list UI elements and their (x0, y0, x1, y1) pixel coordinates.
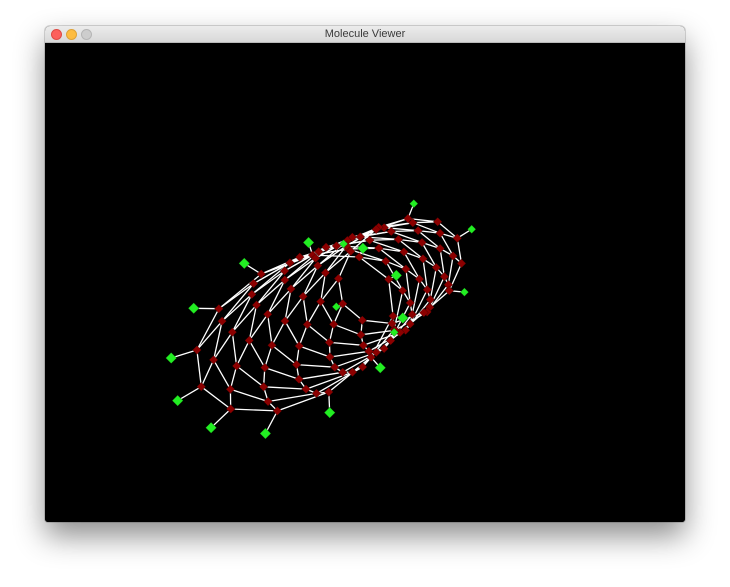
bond (267, 314, 273, 346)
carbon-atom (225, 384, 236, 395)
bond (271, 344, 297, 366)
bond (256, 279, 286, 306)
hydrogen-atom (409, 199, 419, 209)
bond (342, 303, 363, 321)
bond (329, 341, 364, 346)
bond (284, 320, 300, 347)
bond (221, 293, 253, 322)
hydrogen-atom (238, 257, 251, 270)
carbon-atom (301, 384, 311, 394)
bond (200, 359, 215, 387)
window-title: Molecule Viewer (324, 28, 406, 40)
hydrogen-atom (187, 302, 200, 315)
bond (411, 278, 421, 315)
bond (230, 408, 278, 412)
bond (236, 340, 250, 367)
bond (236, 365, 264, 388)
hydrogen-atom (259, 427, 272, 440)
carbon-atom (244, 335, 255, 346)
bond (324, 250, 352, 274)
carbon-atom (294, 341, 305, 351)
carbon-atom (208, 355, 219, 365)
molecule-viewport[interactable] (45, 43, 685, 522)
carbon-atom (405, 298, 416, 308)
bond (447, 255, 454, 285)
bond (196, 349, 202, 387)
bond (277, 391, 330, 412)
carbon-atom (435, 228, 445, 239)
carbon-atom (381, 256, 391, 267)
hydrogen-atom (171, 394, 184, 407)
bond (267, 279, 286, 315)
bond (231, 332, 238, 366)
bond (320, 301, 335, 325)
bond (230, 388, 269, 403)
hydrogen-atom (467, 224, 477, 234)
bond (267, 392, 317, 403)
bond (329, 350, 369, 358)
carbon-atom (356, 329, 366, 340)
title-bar[interactable]: Molecule Viewer (45, 26, 685, 43)
hydrogen-atom (302, 236, 315, 249)
carbon-atom (399, 247, 409, 257)
bonds-layer (171, 203, 473, 434)
bond (200, 386, 232, 410)
carbon-atom (329, 362, 340, 373)
bond (306, 323, 330, 343)
app-window: Molecule Viewer (45, 26, 685, 522)
bond (263, 386, 307, 390)
bond (264, 366, 300, 380)
hydrogen-atom (165, 352, 178, 364)
bond (388, 279, 394, 317)
bond (337, 251, 352, 279)
carbon-atom (260, 362, 270, 373)
bond (213, 359, 231, 390)
carbon-atom (414, 274, 425, 284)
bond (248, 340, 266, 368)
molecule-render[interactable] (45, 43, 685, 522)
bond (362, 319, 393, 325)
carbon-atom (311, 388, 322, 399)
bond (306, 301, 322, 325)
bond (298, 345, 331, 358)
atoms-layer (165, 199, 477, 440)
hydrogen-atom (459, 287, 470, 297)
carbon-atom (325, 352, 335, 362)
bond (302, 296, 309, 325)
carbon-atom (417, 237, 427, 248)
bond (271, 320, 286, 346)
bond (296, 363, 335, 368)
bond (333, 323, 362, 336)
carbon-atom (337, 367, 348, 378)
carbon-atom (294, 374, 304, 385)
carbon-atom (422, 284, 433, 295)
hydrogen-atom (323, 406, 336, 419)
carbon-atom (328, 319, 339, 330)
